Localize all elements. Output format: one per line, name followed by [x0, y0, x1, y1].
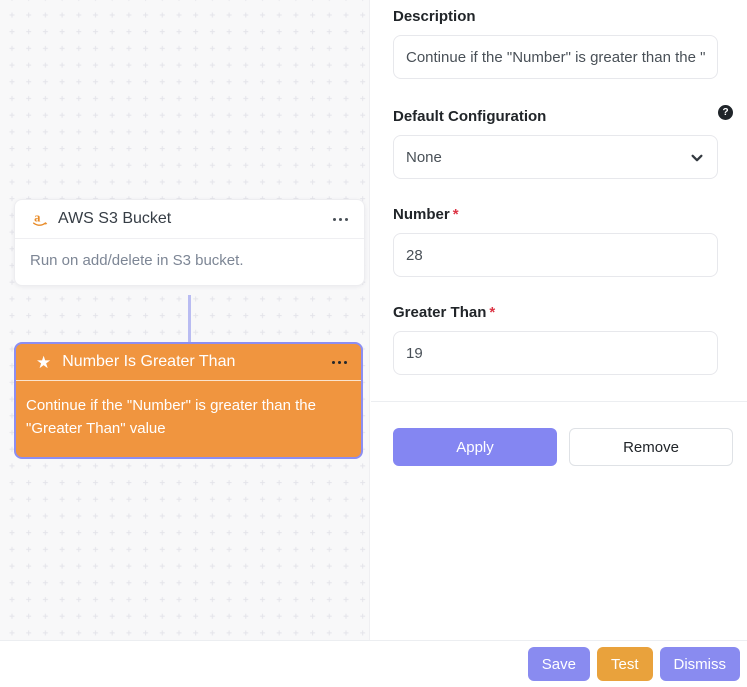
- node-title: AWS S3 Bucket: [58, 210, 333, 228]
- number-input[interactable]: [393, 233, 718, 277]
- description-field-group: Description: [393, 8, 747, 79]
- greater-than-label-text: Greater Than: [393, 304, 486, 321]
- default-configuration-field-group: Default Configuration None: [393, 108, 747, 179]
- node-menu-ellipsis-icon[interactable]: [333, 214, 348, 225]
- description-input[interactable]: [393, 35, 718, 79]
- remove-button[interactable]: Remove: [569, 428, 733, 466]
- node-connector-line: [188, 295, 191, 343]
- node-header: ★ Number Is Greater Than: [16, 344, 361, 381]
- footer-action-bar: Save Test Dismiss: [0, 640, 747, 687]
- default-configuration-label: Default Configuration: [393, 108, 747, 125]
- apply-button[interactable]: Apply: [393, 428, 557, 466]
- panel-divider: [371, 401, 747, 402]
- description-label: Description: [393, 8, 747, 25]
- number-field-group: Number*: [393, 206, 747, 277]
- node-config-panel: Description Default Configuration None N…: [371, 0, 747, 640]
- workflow-canvas[interactable]: a AWS S3 Bucket Run on add/delete in S3 …: [0, 0, 370, 640]
- node-aws-s3-bucket[interactable]: a AWS S3 Bucket Run on add/delete in S3 …: [14, 199, 365, 286]
- panel-actions: Apply Remove: [393, 428, 733, 466]
- number-label: Number*: [393, 206, 747, 223]
- required-asterisk: *: [489, 304, 495, 321]
- node-description: Run on add/delete in S3 bucket.: [15, 239, 364, 285]
- test-button[interactable]: Test: [597, 647, 653, 681]
- required-asterisk: *: [453, 206, 459, 223]
- node-menu-ellipsis-icon[interactable]: [332, 357, 347, 368]
- greater-than-input[interactable]: [393, 331, 718, 375]
- greater-than-label: Greater Than*: [393, 304, 747, 321]
- default-configuration-select[interactable]: None: [393, 135, 718, 179]
- save-button[interactable]: Save: [528, 647, 590, 681]
- amazon-logo-icon: a: [31, 210, 49, 228]
- chevron-down-icon: [690, 151, 704, 165]
- dismiss-button[interactable]: Dismiss: [660, 647, 741, 681]
- greater-than-field-group: Greater Than*: [393, 304, 747, 375]
- dot-grid-pattern: [0, 0, 370, 640]
- number-label-text: Number: [393, 206, 450, 223]
- help-icon[interactable]: ?: [718, 105, 733, 120]
- node-title: Number Is Greater Than: [62, 353, 332, 371]
- node-header: a AWS S3 Bucket: [15, 200, 364, 239]
- node-number-is-greater-than[interactable]: ★ Number Is Greater Than Continue if the…: [14, 342, 363, 459]
- star-icon: ★: [36, 354, 51, 371]
- svg-text:a: a: [34, 211, 41, 225]
- selected-option-label: None: [406, 149, 442, 166]
- node-description: Continue if the "Number" is greater than…: [16, 381, 361, 457]
